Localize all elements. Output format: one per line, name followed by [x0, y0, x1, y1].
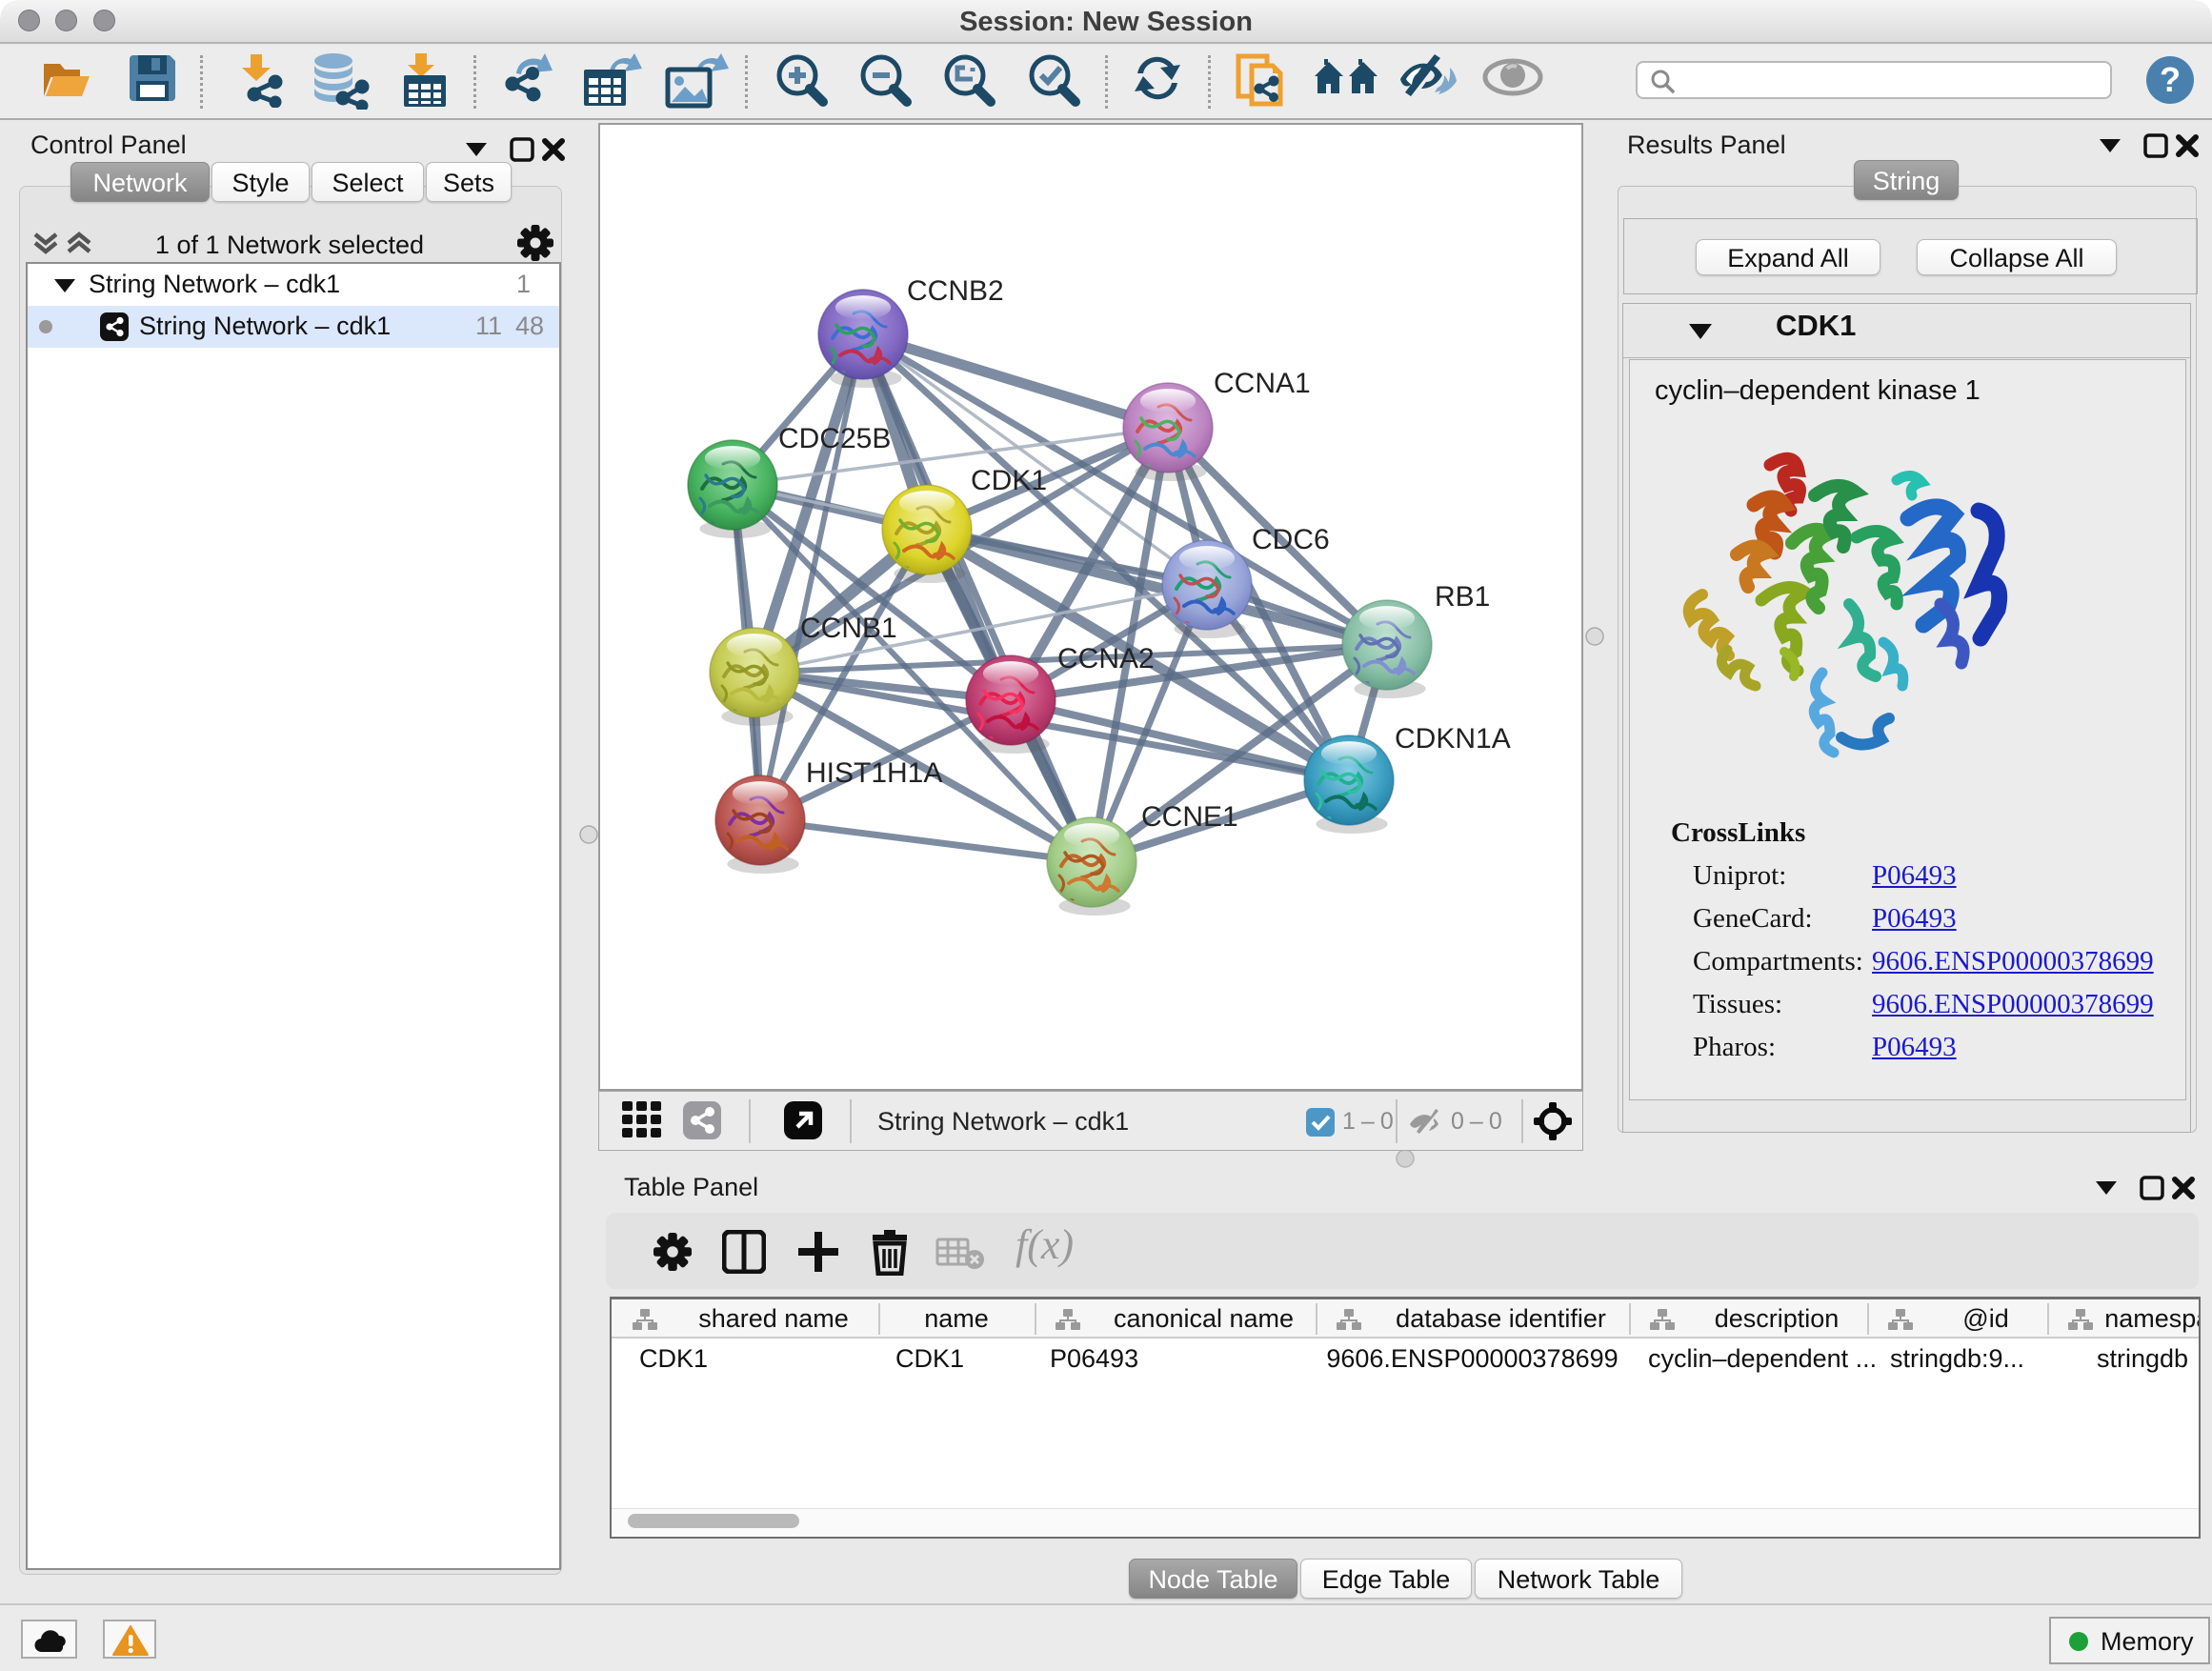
svg-text:CCNA1: CCNA1: [1214, 368, 1311, 399]
svg-text:CDC25B: CDC25B: [778, 423, 891, 454]
svg-text:CCNB2: CCNB2: [907, 275, 1004, 307]
svg-text:CCNB1: CCNB1: [800, 613, 897, 644]
svg-text:CCNA2: CCNA2: [1057, 643, 1155, 674]
svg-text:RB1: RB1: [1435, 581, 1490, 613]
svg-text:CDK1: CDK1: [971, 465, 1047, 496]
svg-text:CDC6: CDC6: [1252, 524, 1330, 555]
svg-text:?: ?: [2160, 60, 2181, 99]
svg-text:CDKN1A: CDKN1A: [1395, 723, 1511, 755]
svg-text:CCNE1: CCNE1: [1141, 801, 1238, 833]
svg-text:HIST1H1A: HIST1H1A: [806, 757, 942, 789]
